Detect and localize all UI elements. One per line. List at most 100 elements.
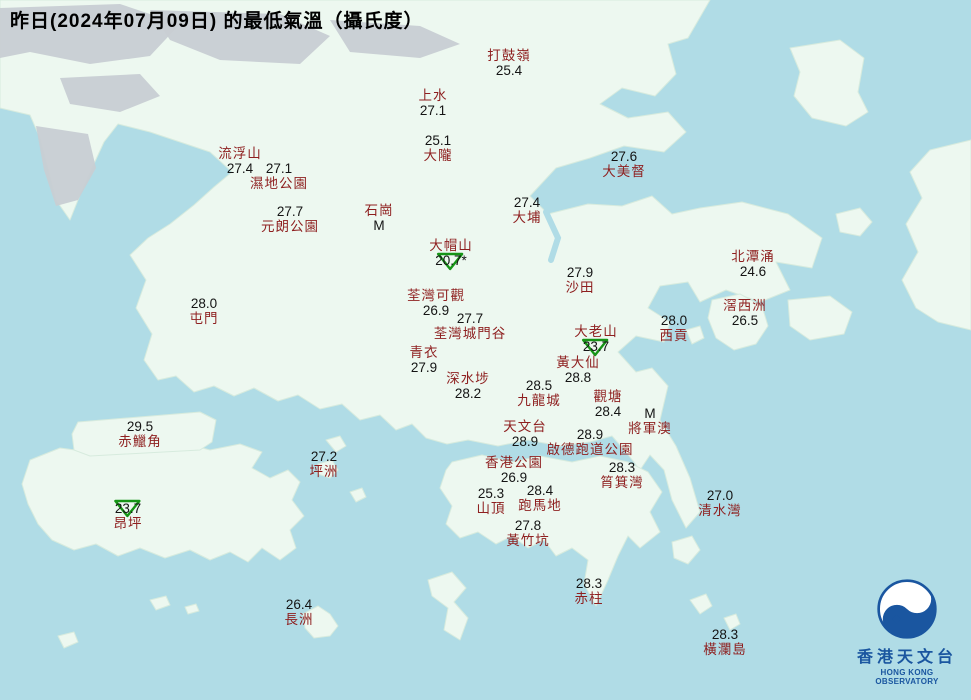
- station: 上水 27.1: [419, 88, 448, 118]
- station: 28.5 九龍城: [517, 378, 561, 408]
- station-name: 大帽山: [429, 238, 473, 253]
- station: 26.4 長洲: [285, 597, 314, 627]
- station-value: 27.7: [456, 311, 484, 326]
- land-shelter-island: [685, 325, 705, 345]
- station-value: 28.3: [575, 576, 603, 591]
- station: 28.3 赤柱: [575, 576, 604, 606]
- station-name: 清水灣: [698, 503, 742, 518]
- land-lantau: [21, 441, 305, 563]
- station-value: 26.4: [285, 597, 313, 612]
- station-name: 昂坪: [113, 516, 143, 531]
- land-mirs-bay-island: [789, 39, 869, 127]
- land-high-island: [787, 295, 853, 341]
- hk-min-temperature-map: 昨日(2024年07月09日) 的最低氣溫（攝氏度） 打鼓嶺 25.4 上水 27.1…: [0, 0, 971, 700]
- station: 27.1 濕地公園: [250, 161, 308, 191]
- station-name: 筲箕灣: [600, 475, 644, 490]
- station-value: 27.1: [265, 161, 293, 176]
- station-name: 大埔: [512, 210, 542, 225]
- station-value: 27.9: [566, 265, 594, 280]
- station: 27.8 黃竹坑: [506, 518, 550, 548]
- station-value: 27.2: [310, 449, 338, 464]
- station-name: 滘西洲: [723, 298, 767, 313]
- station: 打鼓嶺 25.4: [487, 48, 531, 78]
- station-name: 流浮山: [218, 146, 262, 161]
- station: 27.2 坪洲: [310, 449, 339, 479]
- station-value: 28.0: [660, 313, 688, 328]
- station-value: 27.7: [276, 204, 304, 219]
- station-value: 28.5: [525, 378, 553, 393]
- station: 大老山 23.7: [574, 324, 618, 357]
- station-name: 屯門: [189, 311, 219, 326]
- station: 28.3 筲箕灣: [600, 460, 644, 490]
- station: 27.4 大埔: [513, 195, 542, 225]
- station-name: 九龍城: [517, 393, 561, 408]
- station-value: 25.1: [424, 133, 452, 148]
- hko-logo-icon: [877, 579, 937, 639]
- station-name: 跑馬地: [518, 498, 562, 513]
- station-name: 山頂: [476, 501, 506, 516]
- map-svg: [0, 0, 971, 649]
- map-title: 昨日(2024年07月09日) 的最低氣溫（攝氏度）: [10, 11, 424, 32]
- station: 28.4 跑馬地: [518, 483, 562, 513]
- station: 香港公園 26.9: [485, 455, 543, 485]
- station-name: 大老山: [574, 324, 618, 339]
- station: 25.1 大隴: [424, 133, 453, 163]
- station-name: 觀塘: [593, 389, 623, 404]
- station-name: 啟德跑道公園: [546, 442, 634, 457]
- station-name: 北潭涌: [731, 249, 775, 264]
- land-kau-yi-chau: [349, 487, 367, 503]
- station: 25.3 山頂: [477, 486, 506, 516]
- station: 27.7 荃灣城門谷: [434, 311, 507, 341]
- station-value: 28.4: [594, 404, 622, 419]
- station-value: 23.7: [114, 501, 142, 516]
- station-value: 27.0: [706, 488, 734, 503]
- station-value: 28.9: [576, 427, 604, 442]
- station-value: 28.3: [711, 627, 739, 642]
- station: 天文台 28.9: [503, 419, 547, 449]
- station-name: 元朗公園: [261, 219, 319, 234]
- station-value: 26.5: [731, 313, 759, 328]
- station-name: 大隴: [423, 148, 453, 163]
- station-name: 大美督: [602, 164, 646, 179]
- station: M 將軍澳: [628, 406, 672, 436]
- station: 28.3 橫瀾島: [703, 627, 747, 657]
- station-name: 打鼓嶺: [487, 48, 531, 63]
- station: 觀塘 28.4: [594, 389, 623, 419]
- station-name: 赤鱲角: [118, 434, 162, 449]
- station: 28.0 屯門: [190, 296, 219, 326]
- station-name: 黃竹坑: [506, 533, 550, 548]
- station: 29.5 赤鱲角: [118, 419, 162, 449]
- station: 滘西洲 26.5: [723, 298, 767, 328]
- station-value: M: [373, 218, 385, 233]
- land-soko-1: [149, 595, 171, 611]
- land-po-toi: [689, 593, 713, 615]
- station-name: 深水埗: [446, 371, 490, 386]
- station-name: 荃灣城門谷: [433, 326, 507, 341]
- station: 大帽山 20.7*: [429, 238, 473, 271]
- land-east-coast: [901, 139, 971, 331]
- station: 石崗 M: [365, 203, 394, 233]
- station: 27.7 元朗公園: [261, 204, 319, 234]
- station: 27.9 沙田: [566, 265, 595, 295]
- station-name: 長洲: [284, 612, 314, 627]
- station-value: 29.5: [126, 419, 154, 434]
- hko-logo: 香港天文台 HONG KONG OBSERVATORY: [851, 578, 963, 686]
- station-name: 西貢: [659, 328, 689, 343]
- station: 27.0 清水灣: [698, 488, 742, 518]
- station: 23.7 昂坪: [113, 499, 143, 531]
- station: 28.9 啟德跑道公園: [547, 427, 634, 457]
- station-value: 28.2: [454, 386, 482, 401]
- station-value: 24.6: [739, 264, 767, 279]
- station-name: 石崗: [364, 203, 394, 218]
- station-value: 28.4: [526, 483, 554, 498]
- station-name: 荃灣可觀: [407, 288, 465, 303]
- land-soko-2: [184, 603, 200, 615]
- urban-shekou: [36, 126, 96, 206]
- station-name: 天文台: [503, 419, 547, 434]
- land-small-island-east: [835, 207, 873, 237]
- hko-logo-text-cn: 香港天文台: [856, 649, 957, 666]
- station-name: 坪洲: [309, 464, 339, 479]
- station-name: 青衣: [409, 345, 439, 360]
- station-name: 沙田: [565, 280, 595, 295]
- station-name: 上水: [418, 88, 448, 103]
